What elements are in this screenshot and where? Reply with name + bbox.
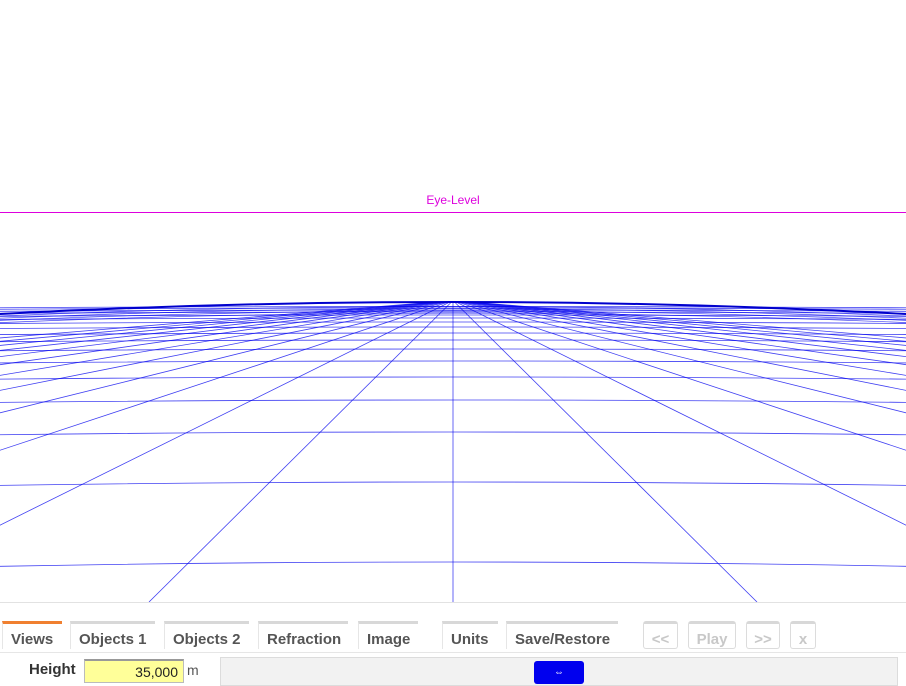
grid-ray-line bbox=[463, 301, 906, 366]
play-button[interactable]: Play bbox=[688, 621, 736, 649]
control-panel: Views Objects 1 Objects 2 Refraction Ima… bbox=[0, 602, 906, 686]
tab-label: Refraction bbox=[267, 631, 342, 648]
tab-image[interactable]: Image bbox=[358, 621, 418, 649]
previous-button[interactable]: << bbox=[643, 621, 678, 649]
perspective-grid: Eye-Level bbox=[0, 193, 906, 602]
close-button[interactable]: x bbox=[790, 621, 816, 649]
tab-label: Objects 1 bbox=[79, 631, 147, 648]
grid-ray-line bbox=[0, 301, 443, 366]
tab-views[interactable]: Views bbox=[2, 621, 62, 649]
grid-ray-line bbox=[0, 301, 449, 451]
slider-handle[interactable]: ⇔ bbox=[534, 661, 584, 684]
grid-ray-line bbox=[0, 301, 448, 414]
grid-ray-line bbox=[0, 301, 446, 391]
grid-ray-line bbox=[455, 301, 906, 526]
grid-ray-line bbox=[457, 301, 906, 451]
3d-view-canvas[interactable]: Eye-Level bbox=[0, 0, 906, 602]
tab-objects-1[interactable]: Objects 1 bbox=[70, 621, 155, 649]
play-label: Play bbox=[696, 631, 728, 648]
grid-ray-line bbox=[0, 301, 444, 376]
tab-bar: Views Objects 1 Objects 2 Refraction Ima… bbox=[0, 621, 906, 651]
tab-units[interactable]: Units bbox=[442, 621, 498, 649]
tab-refraction[interactable]: Refraction bbox=[258, 621, 348, 649]
grid-ray-line bbox=[462, 301, 906, 376]
height-input[interactable] bbox=[84, 659, 184, 683]
previous-label: << bbox=[651, 631, 670, 648]
grid-ray-line bbox=[460, 301, 906, 391]
height-slider[interactable]: ⇔ bbox=[220, 657, 898, 686]
height-label: Height bbox=[29, 661, 76, 678]
grid-ray-line bbox=[148, 301, 452, 602]
close-label: x bbox=[798, 631, 808, 648]
eye-level-label: Eye-Level bbox=[426, 193, 479, 207]
tab-save-restore[interactable]: Save/Restore bbox=[506, 621, 618, 649]
grid-ray-line bbox=[458, 301, 906, 414]
tab-objects-2[interactable]: Objects 2 bbox=[164, 621, 249, 649]
panel-divider bbox=[0, 652, 906, 653]
height-unit: m bbox=[187, 662, 199, 678]
tab-label: Save/Restore bbox=[515, 631, 611, 648]
grid-ray-line bbox=[454, 301, 758, 602]
next-label: >> bbox=[754, 631, 772, 648]
grid-ray-line bbox=[0, 301, 451, 526]
tab-label: Views bbox=[11, 631, 54, 648]
next-button[interactable]: >> bbox=[746, 621, 780, 649]
tab-label: Objects 2 bbox=[173, 631, 241, 648]
tab-label: Image bbox=[367, 631, 411, 648]
tab-label: Units bbox=[451, 631, 489, 648]
